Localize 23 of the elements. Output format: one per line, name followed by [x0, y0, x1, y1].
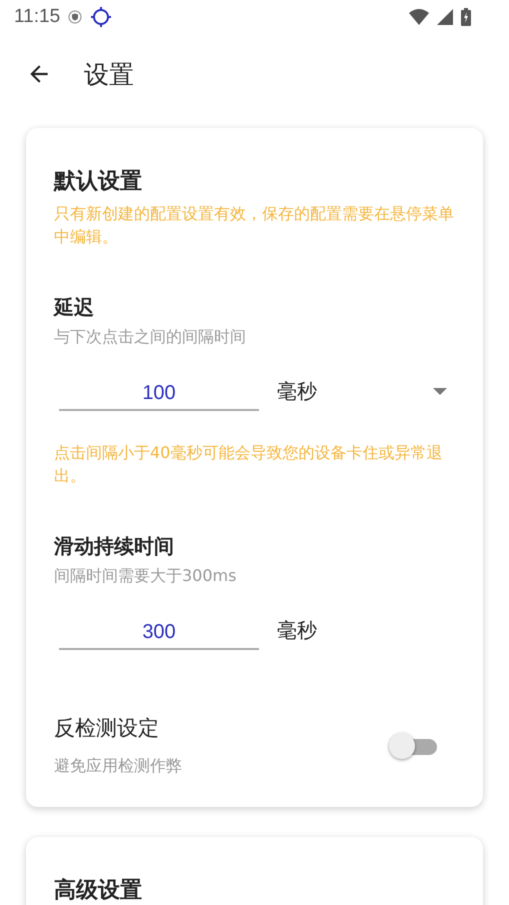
status-time: 11:15 [14, 6, 60, 28]
number-field[interactable]: 300 [59, 621, 259, 650]
setting-title: 延迟 [54, 294, 95, 321]
battery-icon [461, 8, 471, 26]
toggle-switch[interactable] [389, 732, 439, 760]
section-title: 默认设置 [54, 168, 143, 196]
unit-dropdown[interactable]: 毫秒 [277, 378, 455, 411]
caret-icon [433, 388, 447, 396]
crosshair-icon [90, 6, 112, 28]
warning-text: 点击间隔小于40毫秒可能会导致您的设备卡住或异常退出。 [54, 442, 444, 487]
number-field[interactable]: 100 [59, 382, 259, 411]
signal-icon [437, 9, 453, 25]
setting-subtitle: 避免应用检测作弊 [54, 756, 183, 777]
setting-subtitle: 与下次点击之间的间隔时间 [54, 327, 247, 348]
shield-icon [68, 10, 82, 24]
page-title: 设置 [84, 58, 134, 90]
wifi-icon [409, 9, 429, 25]
setting-title: 滑动持续时间 [54, 533, 175, 560]
section-note: 只有新创建的配置设置有效，保存的配置需要在悬停菜单中编辑。 [54, 203, 455, 248]
section-title: 高级设置 [54, 876, 143, 905]
setting-subtitle: 间隔时间需要大于300ms [54, 566, 238, 587]
setting-title: 反检测设定 [54, 715, 160, 742]
unit-label: 毫秒 [277, 617, 317, 644]
